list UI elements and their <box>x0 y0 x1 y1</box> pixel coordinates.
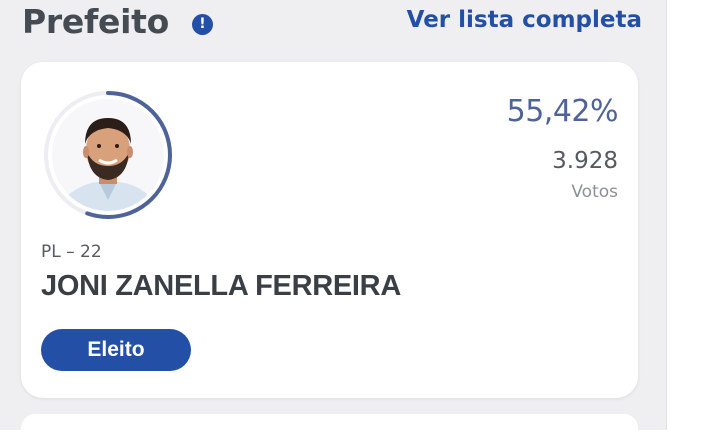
vote-count-label: Votos <box>571 182 618 202</box>
results-panel: Prefeito ! Ver lista completa 55,42% 3.9… <box>0 0 666 444</box>
section-title: Prefeito <box>22 2 169 41</box>
candidate-name: JONI ZANELLA FERREIRA <box>41 270 401 302</box>
status-badge: Eleito <box>41 329 191 371</box>
view-full-list-link[interactable]: Ver lista completa <box>407 7 642 33</box>
vote-progress-ring <box>44 91 172 219</box>
avatar <box>41 88 175 222</box>
info-icon[interactable]: ! <box>192 14 213 35</box>
candidate-card[interactable]: 55,42% 3.928 Votos PL – 22 JONI ZANELLA … <box>21 62 638 398</box>
candidate-photo-icon <box>52 99 164 211</box>
vote-count: 3.928 <box>552 148 618 174</box>
section-header: Prefeito ! Ver lista completa <box>22 0 642 52</box>
next-candidate-card[interactable] <box>21 414 638 444</box>
panel-divider <box>666 0 667 430</box>
party-number: PL – 22 <box>41 242 102 262</box>
vote-percentage: 55,42% <box>506 94 619 129</box>
